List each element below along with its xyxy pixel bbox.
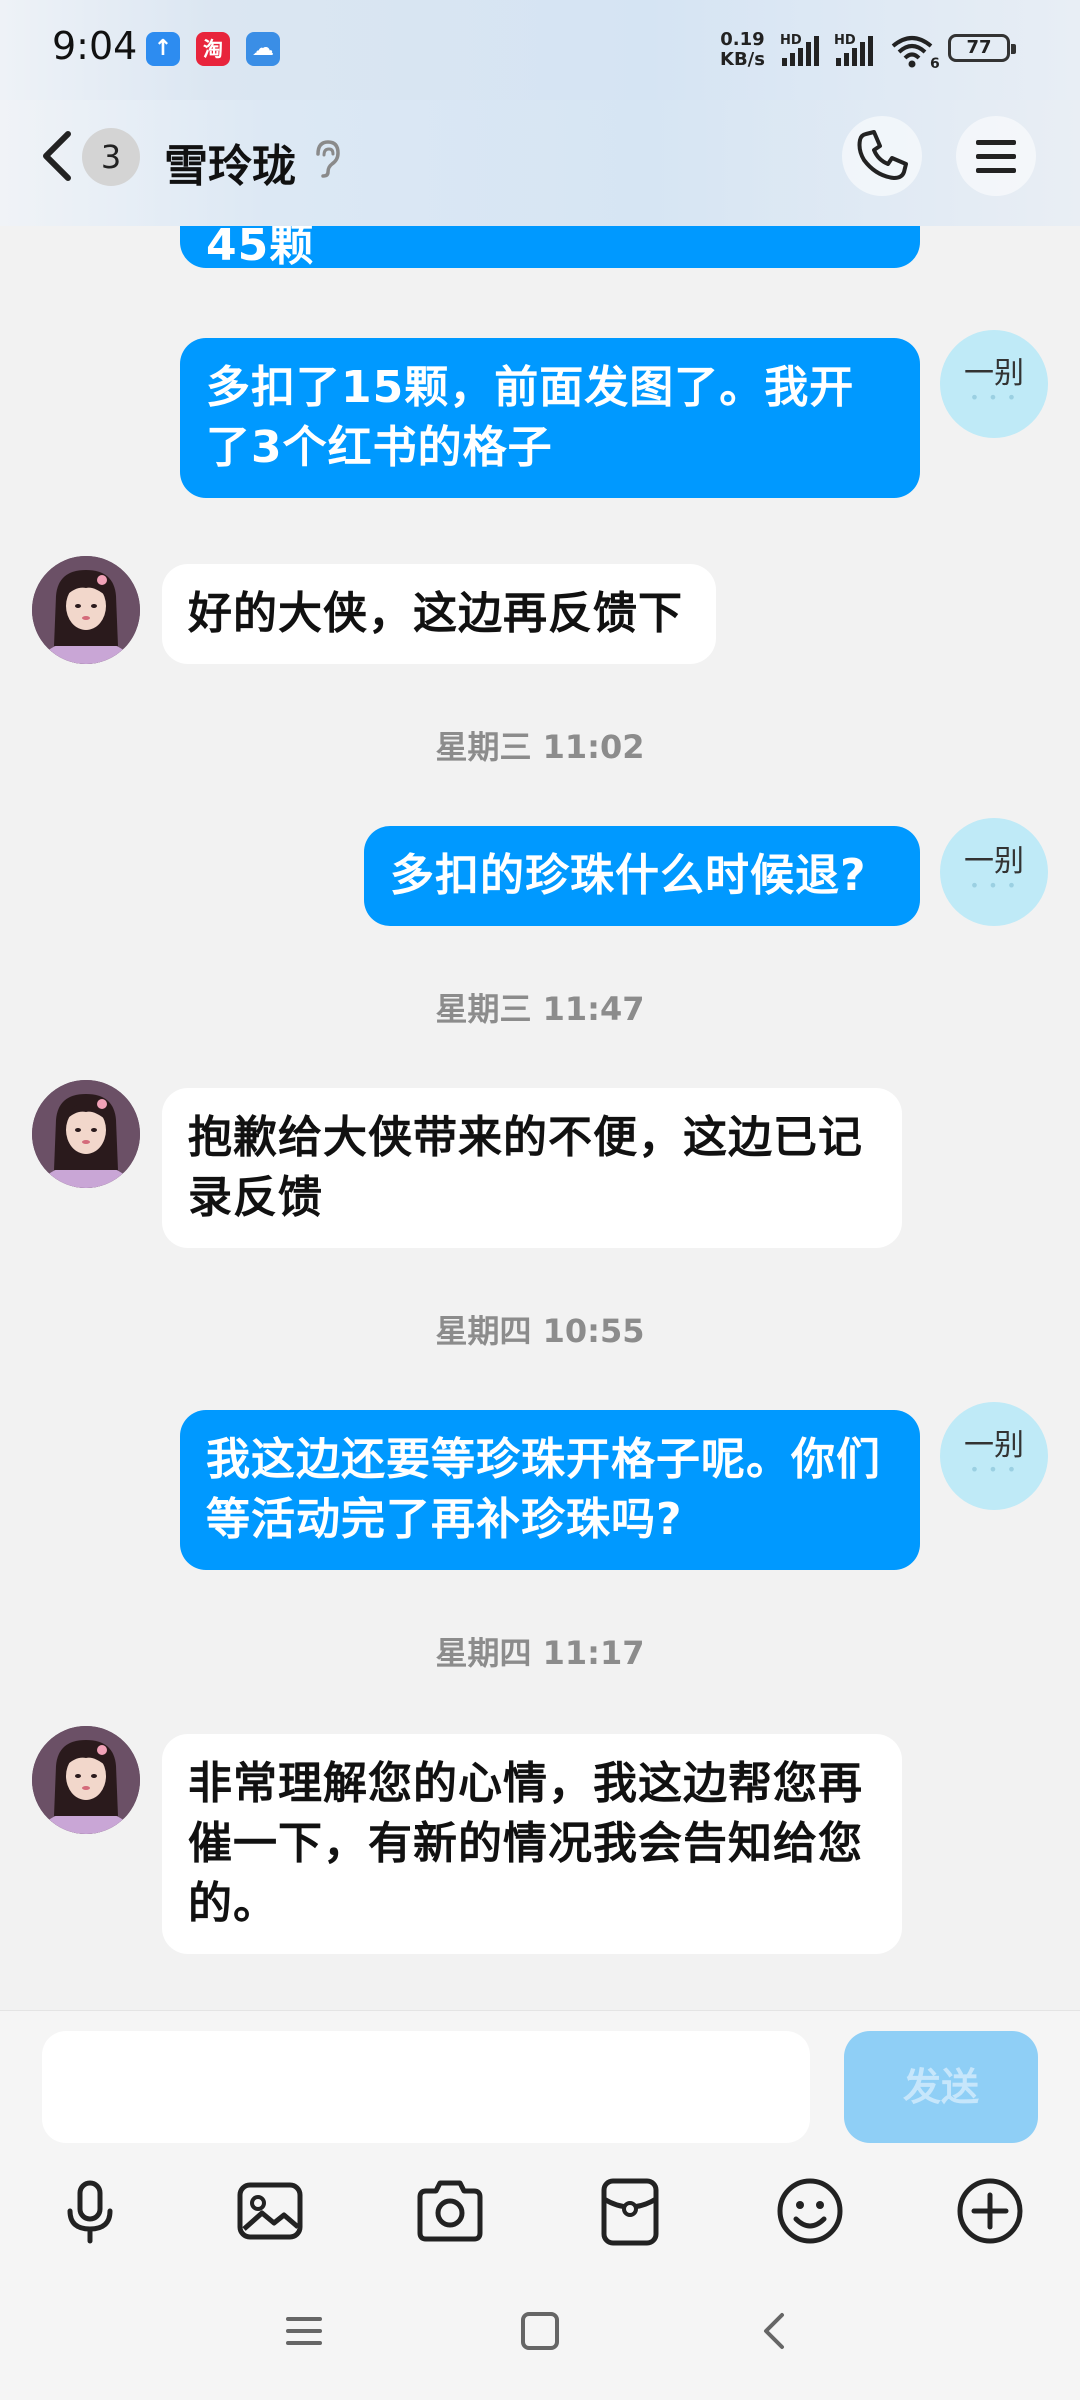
- contact-avatar-image: [32, 1080, 140, 1188]
- network-speed-unit: KB/s: [720, 49, 765, 70]
- network-speed-value: 0.19: [720, 29, 765, 50]
- message-bubble-in[interactable]: 好的大侠，这边再反馈下: [162, 564, 716, 664]
- wifi-label: 6: [930, 56, 940, 70]
- signal-2-icon: HD: [834, 34, 873, 66]
- plus-icon[interactable]: [950, 2171, 1030, 2251]
- message-text-line: 了3个红书的格子: [206, 422, 553, 473]
- more-menu-button[interactable]: [956, 116, 1036, 196]
- hd1-label: HD: [780, 34, 802, 48]
- message-text-line: 好的大侠，这边再反馈下: [188, 588, 683, 639]
- contact-name[interactable]: 雪玲珑: [164, 130, 296, 194]
- message-bubble-in[interactable]: 非常理解您的心情，我这边帮您再 催一下，有新的情况我会告知给您 的。: [162, 1734, 902, 1954]
- message-input[interactable]: [42, 2031, 810, 2143]
- chat-header: 3 雪玲珑: [0, 100, 1080, 226]
- phone-icon: [857, 130, 908, 180]
- upload-app-icon: ↑: [146, 32, 180, 66]
- message-list[interactable]: 45颗 多扣了15颗，前面发图了。我开 了3个红书的格子 一别 • • • 好的…: [0, 226, 1080, 2010]
- contact-avatar-image: [32, 556, 140, 664]
- message-timestamp: 星期三 11:02: [435, 728, 645, 766]
- message-bubble-out[interactable]: 多扣了15颗，前面发图了。我开 了3个红书的格子: [180, 338, 920, 498]
- signal-1-icon: HD: [780, 34, 819, 66]
- voice-call-button[interactable]: [842, 116, 922, 196]
- unread-count-badge[interactable]: 3: [82, 128, 140, 186]
- message-timestamp: 星期四 10:55: [435, 1312, 645, 1350]
- home-icon[interactable]: [518, 2311, 562, 2351]
- send-button[interactable]: 发送: [844, 2031, 1038, 2143]
- recent-apps-icon[interactable]: [282, 2311, 326, 2351]
- menu-icon: [976, 140, 1016, 173]
- input-bar: 发送: [0, 2010, 1080, 2400]
- message-text-line: 的。: [188, 1878, 278, 1929]
- wifi-icon: 6: [891, 36, 940, 70]
- message-text: 45颗: [206, 226, 315, 271]
- my-avatar[interactable]: 一别 • • •: [940, 330, 1048, 438]
- message-text-line: 催一下，有新的情况我会告知给您: [188, 1818, 863, 1869]
- my-avatar-text: 一别: [964, 844, 1024, 879]
- message-timestamp: 星期三 11:47: [435, 990, 645, 1028]
- status-bar: 9:04 ↑ 淘 ☁ 0.19 KB/s HD HD 6 77: [0, 0, 1080, 100]
- my-avatar-text: 一别: [964, 1428, 1024, 1463]
- taobao-app-icon: 淘: [196, 32, 230, 66]
- battery-icon: 77: [948, 34, 1016, 62]
- message-text-line: 等活动完了再补珍珠吗?: [206, 1494, 683, 1545]
- message-text-line: 多扣了15颗，前面发图了。我开: [206, 362, 855, 413]
- message-text-line: 多扣的珍珠什么时候退?: [390, 850, 867, 901]
- message-text-line: 抱歉给大侠带来的不便，这边已记: [188, 1112, 863, 1163]
- message-text-line: 非常理解您的心情，我这边帮您再: [188, 1758, 863, 1809]
- status-time: 9:04: [52, 24, 138, 68]
- contact-avatar[interactable]: [32, 556, 140, 664]
- my-avatar[interactable]: 一别 • • •: [940, 1402, 1048, 1510]
- message-text-line: 录反馈: [188, 1172, 323, 1223]
- contact-avatar-image: [32, 1726, 140, 1834]
- contact-avatar[interactable]: [32, 1726, 140, 1834]
- message-bubble-in[interactable]: 抱歉给大侠带来的不便，这边已记 录反馈: [162, 1088, 902, 1248]
- contact-avatar[interactable]: [32, 1080, 140, 1188]
- mic-icon[interactable]: [50, 2171, 130, 2251]
- hd2-label: HD: [834, 34, 856, 48]
- camera-icon[interactable]: [410, 2171, 490, 2251]
- my-avatar-text: 一别: [964, 356, 1024, 391]
- red-packet-icon[interactable]: [590, 2171, 670, 2251]
- message-bubble-out[interactable]: 45颗: [180, 226, 920, 271]
- message-timestamp: 星期四 11:17: [435, 1634, 645, 1672]
- message-bubble-out[interactable]: 我这边还要等珍珠开格子呢。你们 等活动完了再补珍珠吗?: [180, 1410, 920, 1570]
- message-bubble-out[interactable]: 多扣的珍珠什么时候退?: [364, 826, 920, 926]
- cloud-app-icon: ☁: [246, 32, 280, 66]
- my-avatar[interactable]: 一别 • • •: [940, 818, 1048, 926]
- back-nav-icon[interactable]: [754, 2311, 798, 2351]
- back-button[interactable]: [34, 126, 84, 186]
- ear-icon: [316, 140, 340, 178]
- emoji-icon[interactable]: [770, 2171, 850, 2251]
- message-text-line: 我这边还要等珍珠开格子呢。你们: [206, 1434, 881, 1485]
- network-speed: 0.19 KB/s: [720, 30, 765, 70]
- image-icon[interactable]: [230, 2171, 310, 2251]
